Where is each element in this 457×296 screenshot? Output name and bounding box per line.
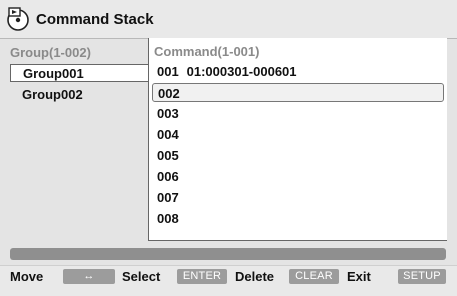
group-item-group001[interactable]: Group001 [10, 64, 148, 82]
group-list-header: Group(1-002) [10, 45, 91, 60]
command-row-008[interactable]: 008 [152, 209, 444, 228]
command-row-007[interactable]: 007 [152, 188, 444, 207]
command-number: 007 [157, 190, 179, 205]
command-row-005[interactable]: 005 [152, 146, 444, 165]
help-bar: Move ↔ Select ENTER Delete CLEAR Exit SE… [0, 265, 457, 296]
command-row-002[interactable]: 002 [152, 83, 444, 102]
title-bar: Command Stack [0, 0, 457, 38]
four-way-arrow-icon: ↔ [63, 269, 115, 284]
clear-key-badge: CLEAR [289, 269, 339, 284]
select-label: Select [122, 269, 161, 284]
command-number: 004 [157, 127, 179, 142]
command-number: 008 [157, 211, 179, 226]
page-title: Command Stack [36, 11, 154, 28]
command-list-header: Command(1-001) [154, 44, 260, 59]
command-number: 006 [157, 169, 179, 184]
command-number: 002 [158, 86, 180, 101]
command-number: 001 [157, 64, 179, 79]
command-value: 01:000301-000601 [186, 64, 297, 79]
command-row-003[interactable]: 003 [152, 104, 444, 123]
command-number: 003 [157, 106, 179, 121]
command-number: 005 [157, 148, 179, 163]
enter-key-badge: ENTER [177, 269, 227, 284]
command-stack-icon [7, 7, 29, 31]
status-bar [10, 248, 446, 260]
move-label: Move [10, 269, 44, 284]
group-item-group002[interactable]: Group002 [10, 86, 148, 104]
delete-label: Delete [235, 269, 275, 284]
setup-key-badge: SETUP [398, 269, 446, 284]
command-row-004[interactable]: 004 [152, 125, 444, 144]
command-row-001[interactable]: 001 01:000301-000601 [152, 62, 444, 81]
command-row-006[interactable]: 006 [152, 167, 444, 186]
exit-label: Exit [347, 269, 371, 284]
command-list-panel: Command(1-001) 001 01:000301-000601 002 … [148, 38, 447, 241]
